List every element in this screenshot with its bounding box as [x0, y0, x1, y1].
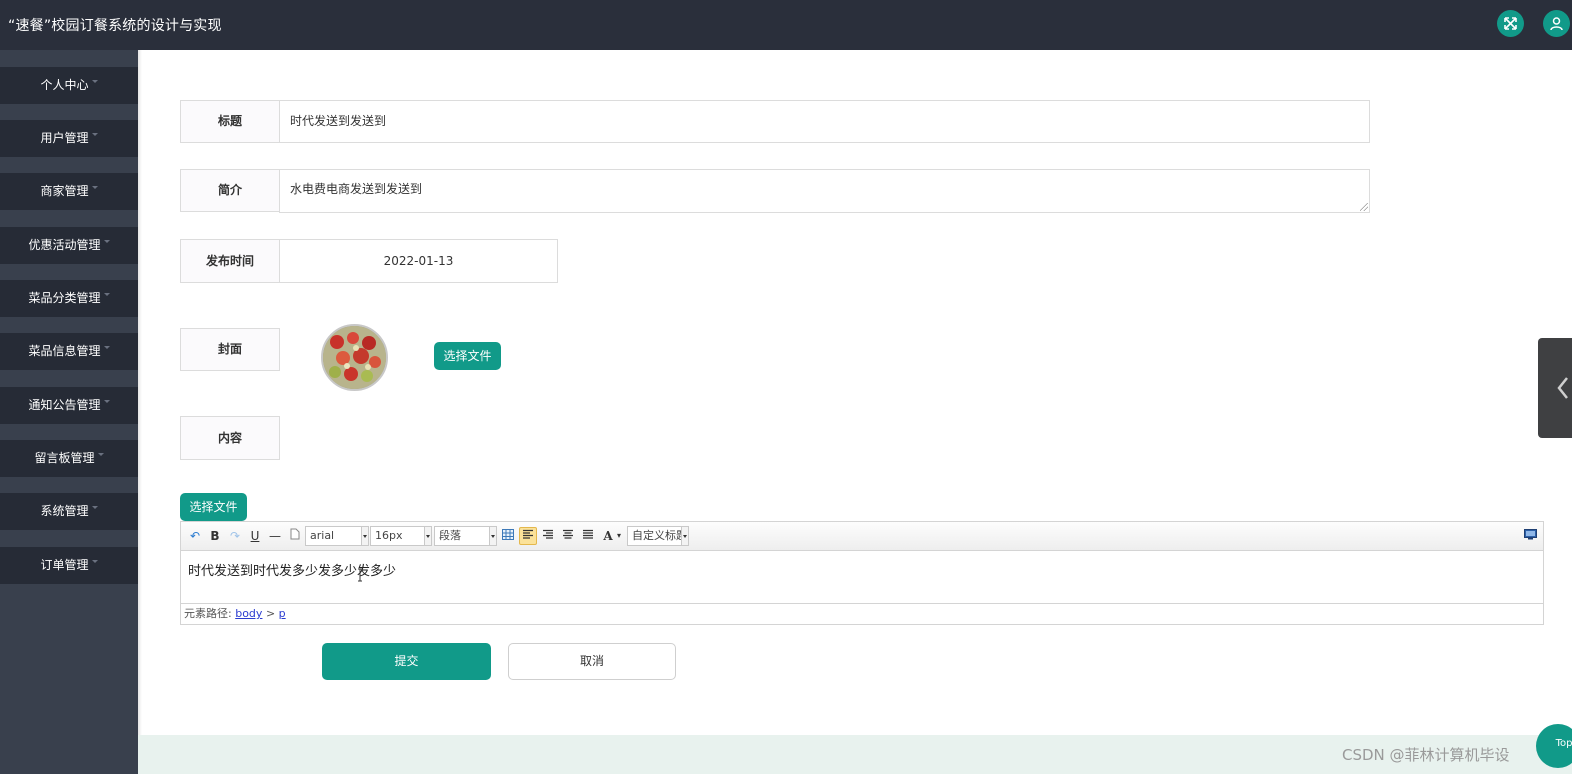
publish-time-input[interactable]: 2022-01-13	[279, 239, 558, 283]
sidebar-item-personal-center[interactable]: 个人中心	[0, 67, 138, 104]
cover-choose-file-button[interactable]: 选择文件	[434, 342, 501, 370]
chevron-down-icon	[91, 560, 98, 563]
user-button[interactable]	[1543, 10, 1570, 37]
back-to-top-button[interactable]: Top	[1536, 724, 1572, 768]
chevron-down-icon	[91, 80, 98, 83]
sidebar-item-dish-info-management[interactable]: 菜品信息管理	[0, 333, 138, 370]
sidebar-item-label: 个人中心	[40, 78, 89, 92]
align-left-icon[interactable]	[519, 527, 537, 545]
chevron-down-icon	[103, 293, 110, 296]
chevron-down-icon[interactable]	[361, 526, 369, 546]
sidebar-item-label: 菜品信息管理	[28, 344, 101, 358]
font-size-select[interactable]: 16px	[370, 526, 425, 546]
sidebar-item-system-management[interactable]: 系统管理	[0, 493, 138, 530]
horizontal-rule-icon[interactable]: —	[267, 528, 283, 544]
chevron-down-icon	[103, 240, 110, 243]
chevron-down-icon	[91, 133, 98, 136]
sidebar-item-merchant-management[interactable]: 商家管理	[0, 173, 138, 210]
sidebar-item-notice-management[interactable]: 通知公告管理	[0, 387, 138, 424]
main-shadow	[138, 50, 142, 774]
paragraph-select[interactable]: 段落	[434, 526, 490, 546]
top-bar: “速餐”校园订餐系统的设计与实现	[0, 0, 1572, 50]
chevron-down-icon[interactable]	[681, 526, 689, 546]
cancel-button[interactable]: 取消	[508, 643, 676, 680]
editor-element-path: 元素路径: body > p	[181, 603, 1543, 624]
sidebar-item-label: 菜品分类管理	[28, 291, 101, 305]
chevron-down-icon[interactable]	[489, 526, 497, 546]
align-center-icon[interactable]	[560, 528, 576, 544]
rich-text-editor: ↶ B ↷ U — arial 16px 段落 A ▾ 自定义标题 时代发送到时…	[180, 521, 1544, 625]
user-icon	[1550, 17, 1563, 31]
sidebar-item-label: 订单管理	[40, 558, 89, 572]
element-path-p-link[interactable]: p	[279, 607, 286, 620]
cover-image	[321, 324, 388, 391]
custom-heading-select[interactable]: 自定义标题	[627, 526, 682, 546]
sidebar-item-message-board-management[interactable]: 留言板管理	[0, 440, 138, 477]
chevron-down-icon	[103, 400, 110, 403]
sidebar-item-order-management[interactable]: 订单管理	[0, 547, 138, 584]
expand-icon	[1504, 17, 1517, 30]
preview-icon[interactable]	[1522, 528, 1538, 544]
chevron-left-icon	[1557, 377, 1568, 399]
sidebar-item-label: 留言板管理	[34, 451, 95, 465]
chevron-down-icon[interactable]	[424, 526, 432, 546]
chevron-down-icon	[91, 506, 98, 509]
chevron-down-icon	[103, 346, 110, 349]
submit-button[interactable]: 提交	[322, 643, 491, 680]
undo-icon[interactable]: ↶	[187, 528, 203, 544]
title-input[interactable]: 时代发送到发送到	[279, 100, 1370, 143]
text-cursor-icon	[358, 568, 362, 582]
sidebar-item-dish-category-management[interactable]: 菜品分类管理	[0, 280, 138, 317]
content-label: 内容	[180, 416, 280, 460]
sidebar-item-label: 通知公告管理	[28, 398, 101, 412]
fullscreen-button[interactable]	[1497, 10, 1524, 37]
document-icon[interactable]	[287, 528, 303, 544]
side-panel-toggle[interactable]	[1538, 338, 1572, 438]
cover-label: 封面	[180, 328, 280, 371]
chevron-down-icon	[97, 453, 104, 456]
editor-content[interactable]: 时代发送到时代发多少发多少发多少	[188, 560, 396, 579]
element-path-separator: >	[265, 607, 276, 620]
watermark: CSDN @菲林计算机毕设	[1342, 746, 1510, 764]
chevron-down-icon[interactable]: ▾	[615, 528, 623, 544]
title-label: 标题	[180, 100, 280, 143]
intro-text: 水电费电商发送到发送到	[290, 182, 423, 196]
chevron-down-icon	[91, 186, 98, 189]
element-path-label: 元素路径:	[184, 607, 232, 620]
intro-label: 简介	[180, 169, 280, 212]
app-title: “速餐”校园订餐系统的设计与实现	[8, 18, 222, 34]
font-family-select[interactable]: arial	[305, 526, 362, 546]
resize-handle-icon[interactable]	[1360, 203, 1368, 211]
sidebar-item-label: 用户管理	[40, 131, 89, 145]
align-justify-icon[interactable]	[580, 528, 596, 544]
sidebar-item-label: 系统管理	[40, 504, 89, 518]
sidebar-item-label: 商家管理	[40, 184, 89, 198]
align-right-icon[interactable]	[540, 528, 556, 544]
underline-icon[interactable]: U	[247, 528, 263, 544]
fruit-image-icon	[323, 326, 386, 389]
sidebar-item-user-management[interactable]: 用户管理	[0, 120, 138, 157]
sidebar-item-promotion-management[interactable]: 优惠活动管理	[0, 227, 138, 264]
editor-toolbar: ↶ B ↷ U — arial 16px 段落 A ▾ 自定义标题	[181, 522, 1543, 551]
redo-icon[interactable]: ↷	[227, 528, 243, 544]
publish-time-label: 发布时间	[180, 239, 280, 283]
table-icon[interactable]	[500, 528, 516, 544]
sidebar-item-label: 优惠活动管理	[28, 238, 101, 252]
intro-textarea[interactable]: 水电费电商发送到发送到	[279, 169, 1370, 213]
content-choose-file-button[interactable]: 选择文件	[180, 493, 247, 521]
bold-icon[interactable]: B	[207, 528, 223, 544]
font-color-icon[interactable]: A	[600, 528, 616, 544]
element-path-body-link[interactable]: body	[235, 607, 262, 620]
